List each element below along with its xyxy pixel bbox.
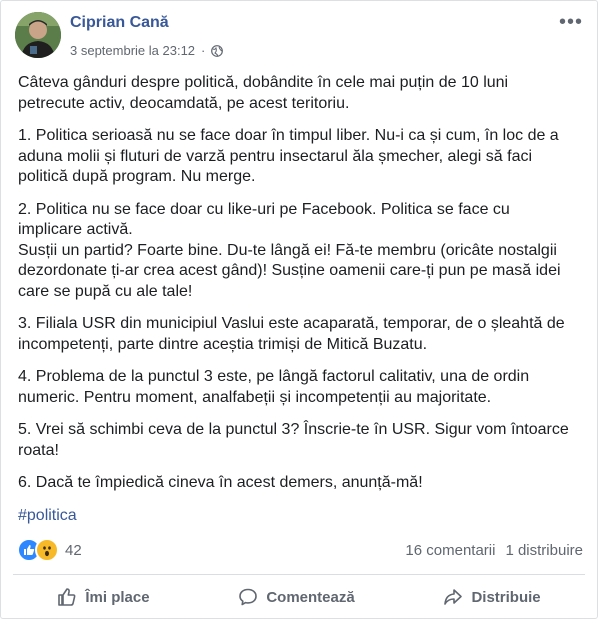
globe-icon[interactable] [211,44,224,57]
dot-separator: · [201,43,206,58]
post-paragraph: 2. Politica nu se face doar cu like-uri … [18,200,561,300]
hashtag-link[interactable]: #politica [18,507,77,524]
post-paragraph: 1. Politica serioasă nu se face doar în … [18,127,559,185]
shares-count-link[interactable]: 1 distribuire [505,542,583,559]
comment-button[interactable]: Comentează [226,581,366,613]
post-menu-icon[interactable]: ••• [559,11,583,34]
wow-reaction-icon [35,538,59,562]
post-card: Ciprian Cană 3 septembrie la 23:12 · •••… [0,0,598,619]
post-body: Câteva gânduri despre politică, dobândit… [18,73,588,538]
engagement-counts: 16 comentarii 1 distribuire [405,542,583,559]
post-paragraph: 5. Vrei să schimbi ceva de la punctul 3?… [18,421,569,459]
post-timestamp[interactable]: 3 septembrie la 23:12 [70,43,195,58]
comments-count-link[interactable]: 16 comentarii [405,542,495,559]
share-button-label: Distribuie [471,588,541,606]
actions-divider [13,574,585,575]
share-arrow-icon [444,589,463,605]
avatar-photo [15,12,61,58]
thumbs-up-icon [58,588,76,606]
like-button-label: Îmi place [85,588,150,606]
post-paragraph: 4. Problema de la punctul 3 este, pe lân… [18,368,530,406]
post-actions: Îmi place Comentează Distribuie [13,577,585,617]
post-paragraph: Câteva gânduri despre politică, dobândit… [18,74,509,112]
share-button[interactable]: Distribuie [431,581,552,613]
post-paragraph: 6. Dacă te împiedică cineva în acest dem… [18,474,423,491]
reactions-summary[interactable]: 42 [17,538,82,562]
like-button[interactable]: Îmi place [45,581,161,613]
author-name[interactable]: Ciprian Cană [70,14,169,32]
reaction-count: 42 [65,541,82,559]
post-header: Ciprian Cană 3 septembrie la 23:12 · ••• [13,11,585,61]
avatar[interactable] [15,12,61,58]
comment-button-label: Comentează [266,588,355,606]
comment-bubble-icon [239,588,258,606]
post-stats: 42 16 comentarii 1 distribuire [17,537,583,563]
post-paragraph: 3. Filiala USR din municipiul Vaslui est… [18,315,565,353]
post-meta: 3 septembrie la 23:12 · [70,43,224,58]
